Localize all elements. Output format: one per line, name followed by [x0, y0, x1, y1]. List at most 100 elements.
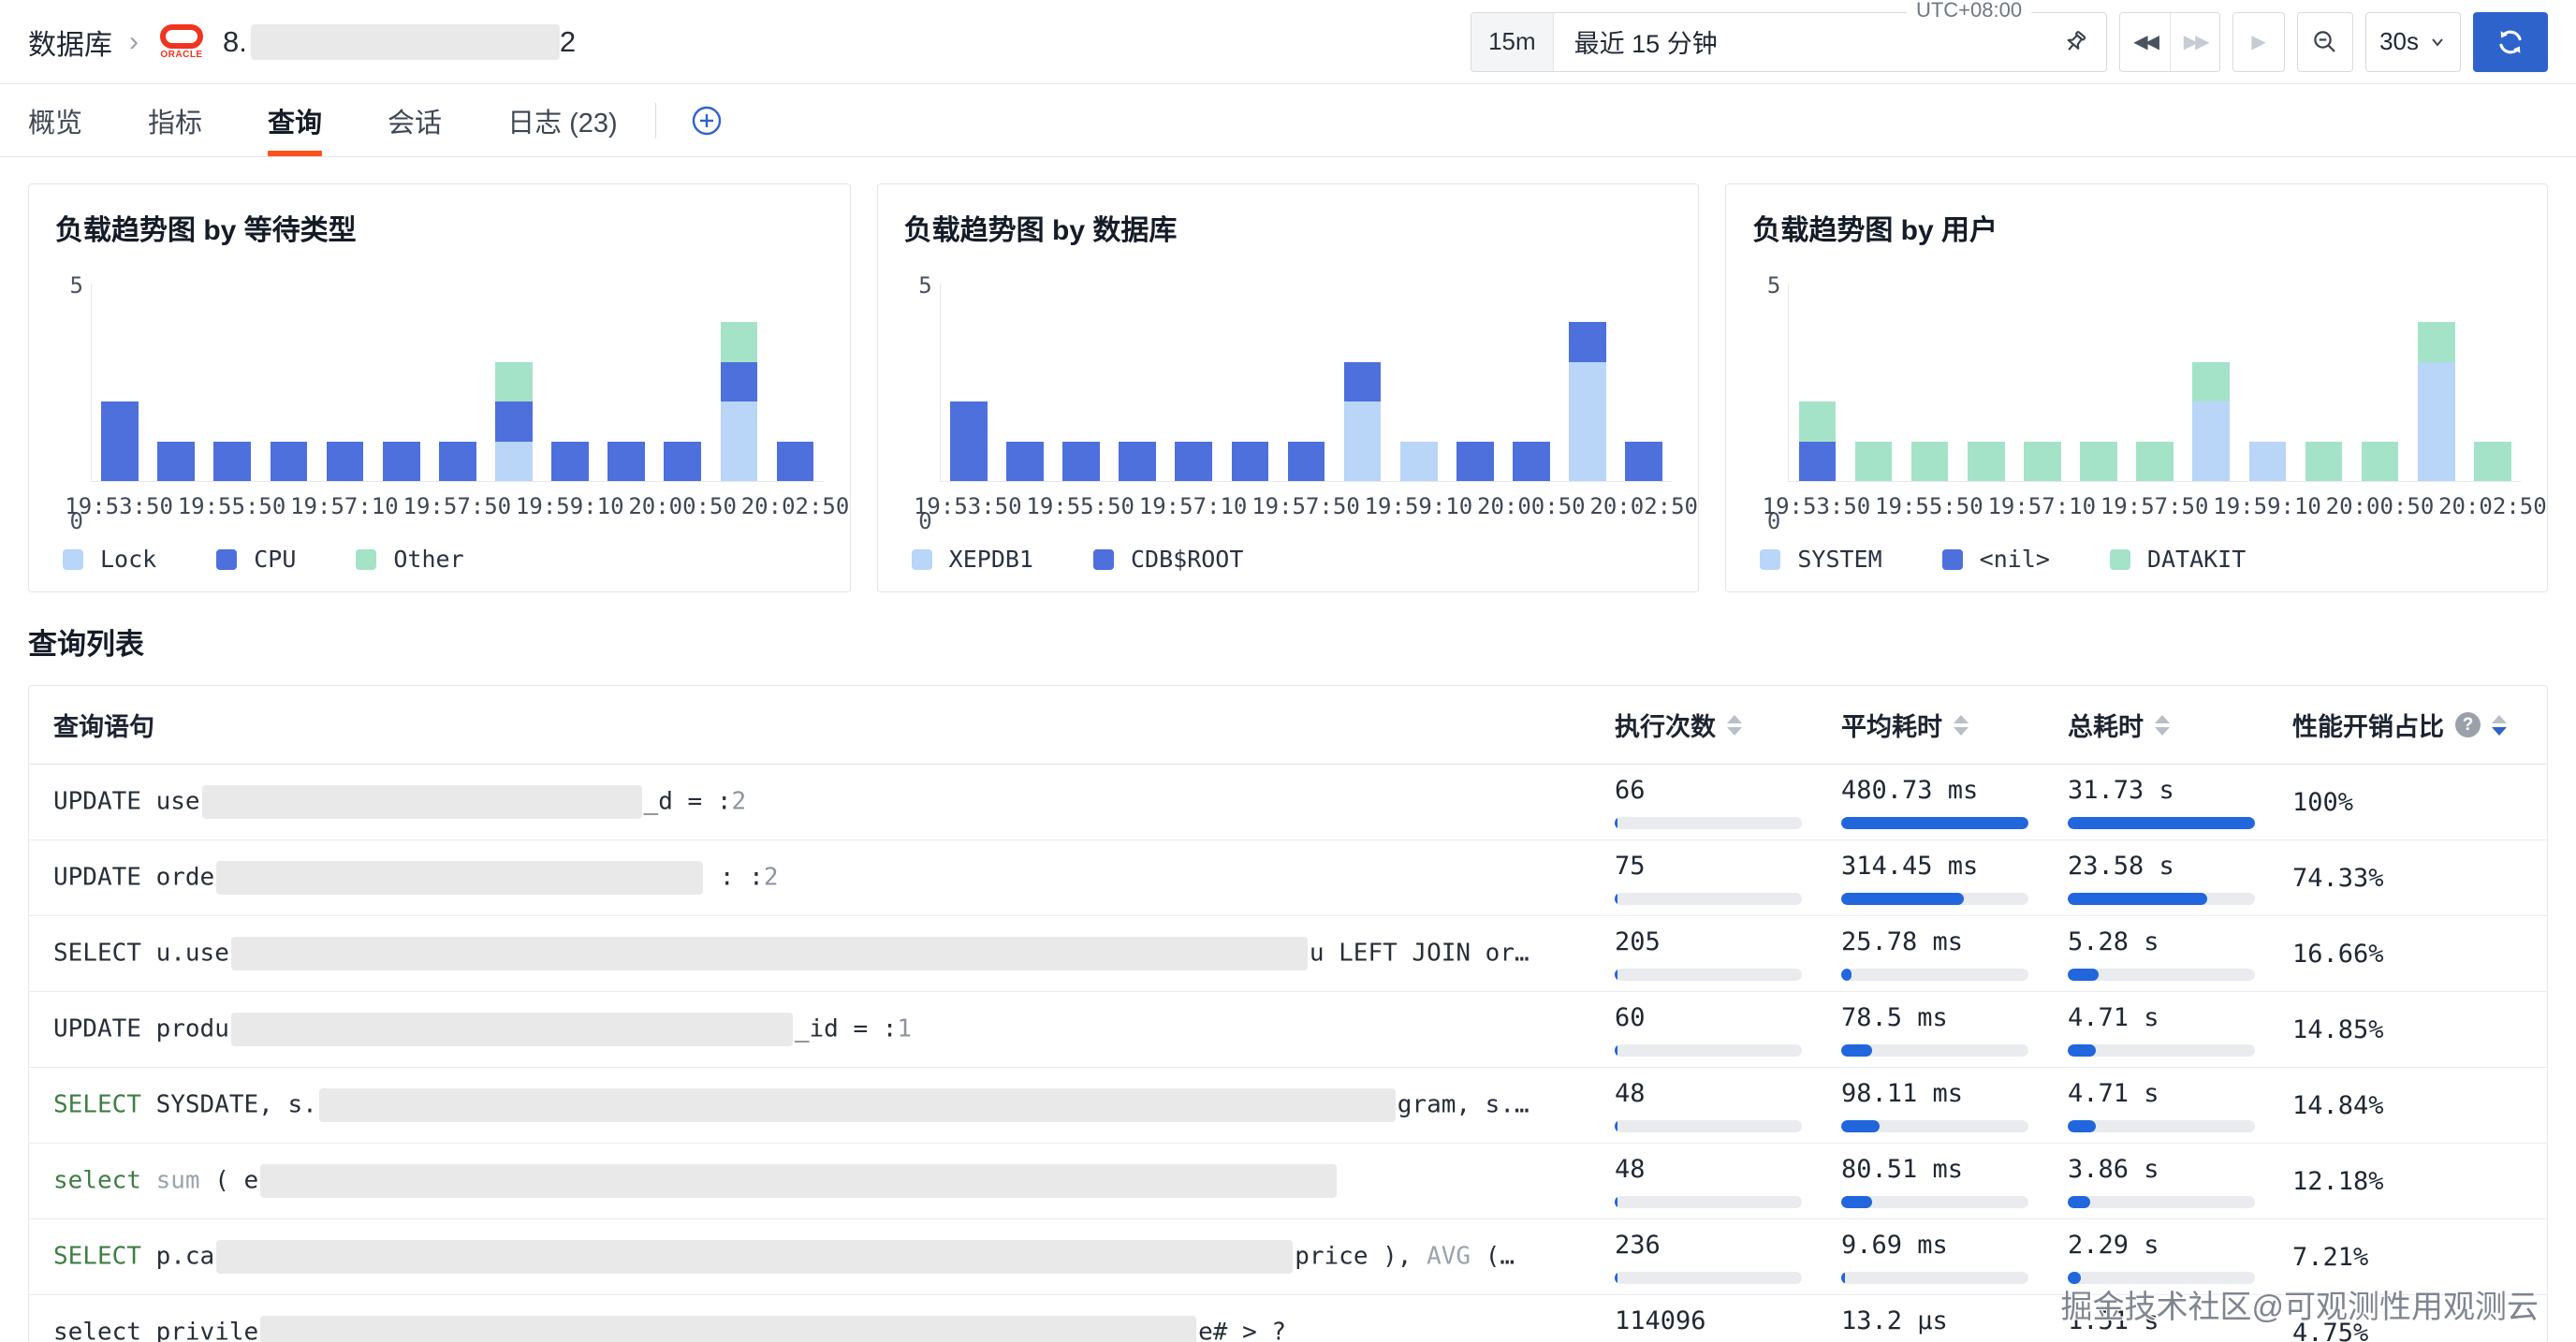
tab-queries[interactable]: 查询: [268, 84, 322, 156]
metric-bar-track: [1841, 1044, 2028, 1057]
sort-control[interactable]: [1954, 715, 1969, 736]
legend-item-cdb-root[interactable]: CDB$ROOT: [1093, 546, 1243, 573]
table-row[interactable]: UPDATE produ_id = :16078.5 ms4.71 s14.85…: [29, 992, 2547, 1068]
bar: [1513, 442, 1550, 481]
x-axis-tick-label: 20:02:50: [741, 493, 850, 519]
bar-segment-cpu: [495, 401, 533, 441]
sql-text: select sum ( e: [53, 1164, 1339, 1198]
metric-bar-fill: [1615, 1120, 1617, 1132]
bar-segment-other: [721, 322, 758, 361]
jump-forward-button[interactable]: ▶▶: [2170, 13, 2219, 71]
legend-item-xepdb1[interactable]: XEPDB1: [912, 546, 1033, 573]
bar-slot: [654, 284, 710, 481]
column-header-label: 平均耗时: [1841, 707, 1942, 743]
query-cell: SELECT u.useu LEFT JOIN or…: [29, 916, 1615, 991]
metric-bar-fill: [2068, 1044, 2096, 1057]
bar-slot: [1053, 284, 1109, 481]
bar-slot: [1845, 284, 1901, 481]
charts-row: 负载趋势图 by 等待类型5019:53:5019:55:5019:57:101…: [0, 157, 2576, 615]
help-icon[interactable]: ?: [2455, 712, 2481, 737]
bar: [1119, 442, 1156, 481]
table-row[interactable]: select privilee# > ?11409613.2 µs1.51 s4…: [29, 1295, 2547, 1342]
sql-text: select privilee# > ?: [53, 1316, 1286, 1342]
column-header-overhead-pct[interactable]: 性能开销占比?: [2292, 707, 2547, 743]
jump-forward-icon: ▶▶: [2184, 30, 2207, 53]
metric-bar-track: [2068, 1044, 2255, 1057]
legend-item-datakit[interactable]: DATAKIT: [2110, 546, 2246, 573]
column-header-avg-time[interactable]: 平均耗时: [1841, 707, 2068, 743]
sort-control[interactable]: [2492, 715, 2507, 736]
pin-icon[interactable]: [2061, 28, 2089, 56]
table-row[interactable]: SELECT p.caprice ), AVG (…2369.69 ms2.29…: [29, 1219, 2547, 1295]
table-row[interactable]: SELECT SYSDATE, s.gram, s.…4898.11 ms4.7…: [29, 1068, 2547, 1144]
bar-segment-datakit: [2474, 442, 2511, 481]
bar-slot: [430, 284, 486, 481]
metric-value: 480.73 ms: [1841, 776, 2068, 805]
metric-bar-fill: [1841, 1120, 1880, 1132]
overhead-pct-cell: 74.33%: [2292, 840, 2547, 915]
tab-sessions[interactable]: 会话: [388, 84, 442, 156]
column-header-total-time[interactable]: 总耗时: [2068, 707, 2292, 743]
metric-bar-fill: [1841, 1044, 1872, 1057]
bar: [2362, 442, 2399, 481]
legend-item-cpu[interactable]: CPU: [216, 546, 296, 573]
avg-time-cell: 98.11 ms: [1841, 1068, 2068, 1143]
bar-slot: [2239, 284, 2295, 481]
bar-segment-cpu: [213, 442, 251, 481]
bar-segment-cpu: [607, 442, 645, 481]
add-tab-button[interactable]: [690, 104, 724, 138]
bar-segment-cdb-root: [1569, 322, 1606, 361]
plus-circle-icon: [690, 104, 724, 138]
refresh-button[interactable]: [2473, 12, 2548, 72]
bar-slot: [260, 284, 316, 481]
breadcrumb-root[interactable]: 数据库: [28, 22, 112, 63]
tab-logs[interactable]: 日志 (23): [507, 84, 618, 156]
table-row[interactable]: UPDATE orde : :275314.45 ms23.58 s74.33%: [29, 840, 2547, 916]
legend-item--nil-[interactable]: <nil>: [1942, 546, 2050, 573]
metric-bar-track: [1841, 969, 2028, 981]
bar-slot: [1958, 284, 2014, 481]
tab-overview[interactable]: 概览: [28, 84, 82, 156]
table-row[interactable]: UPDATE use_d = :266480.73 ms31.73 s100%: [29, 765, 2547, 840]
section-title: 查询列表: [28, 620, 2548, 663]
redacted-text: [202, 785, 642, 819]
bar: [157, 442, 195, 481]
bar: [2080, 442, 2117, 481]
metric-bar-fill: [2068, 1120, 2096, 1132]
bar-slot: [2014, 284, 2071, 481]
zoom-out-button[interactable]: [2297, 12, 2353, 72]
total-time-cell: 31.73 s: [2068, 765, 2292, 839]
metric-bar-track: [2068, 1272, 2255, 1284]
bar-segment-cpu: [383, 442, 420, 481]
legend-item-system[interactable]: SYSTEM: [1760, 546, 1881, 573]
bar-slot: [2465, 284, 2521, 481]
bar-segment-cpu: [327, 442, 364, 481]
x-axis-slot: 20:00:50: [2351, 493, 2408, 523]
legend-item-other[interactable]: Other: [356, 546, 463, 573]
redacted-text: [216, 861, 703, 895]
chart-legend: SYSTEM <nil> DATAKIT: [1752, 546, 2521, 573]
play-button[interactable]: ▶: [2232, 12, 2285, 72]
sql-fragment: (…: [1471, 1243, 1515, 1271]
sort-down-icon: [2155, 727, 2170, 736]
sort-control[interactable]: [1727, 715, 1742, 736]
bar-segment-cdb-root: [1625, 442, 1662, 481]
table-row[interactable]: select sum ( e4880.51 ms3.86 s12.18%: [29, 1144, 2547, 1219]
time-range-picker[interactable]: UTC+08:00 15m 最近 15 分钟: [1471, 12, 2107, 72]
sort-control[interactable]: [2155, 715, 2170, 736]
refresh-interval-dropdown[interactable]: 30s: [2365, 12, 2461, 72]
metric-bar-fill: [1615, 1196, 1617, 1208]
bar-slot: [1559, 284, 1616, 481]
bar: [2249, 442, 2287, 481]
legend-color-chip: [1942, 549, 1963, 570]
bar-segment-cdb-root: [1006, 442, 1044, 481]
column-header-exec-count[interactable]: 执行次数: [1615, 707, 1841, 743]
bar-segment-system: [2192, 401, 2230, 481]
legend-item-lock[interactable]: Lock: [63, 546, 156, 573]
x-axis-slot: 19:55:50: [203, 493, 259, 523]
x-axis-slot: 19:57:50: [2127, 493, 2183, 523]
bar-segment-cdb-root: [1288, 442, 1325, 481]
tab-metrics[interactable]: 指标: [148, 84, 202, 156]
jump-back-button[interactable]: ◀◀: [2120, 13, 2170, 71]
table-row[interactable]: SELECT u.useu LEFT JOIN or…20525.78 ms5.…: [29, 916, 2547, 992]
